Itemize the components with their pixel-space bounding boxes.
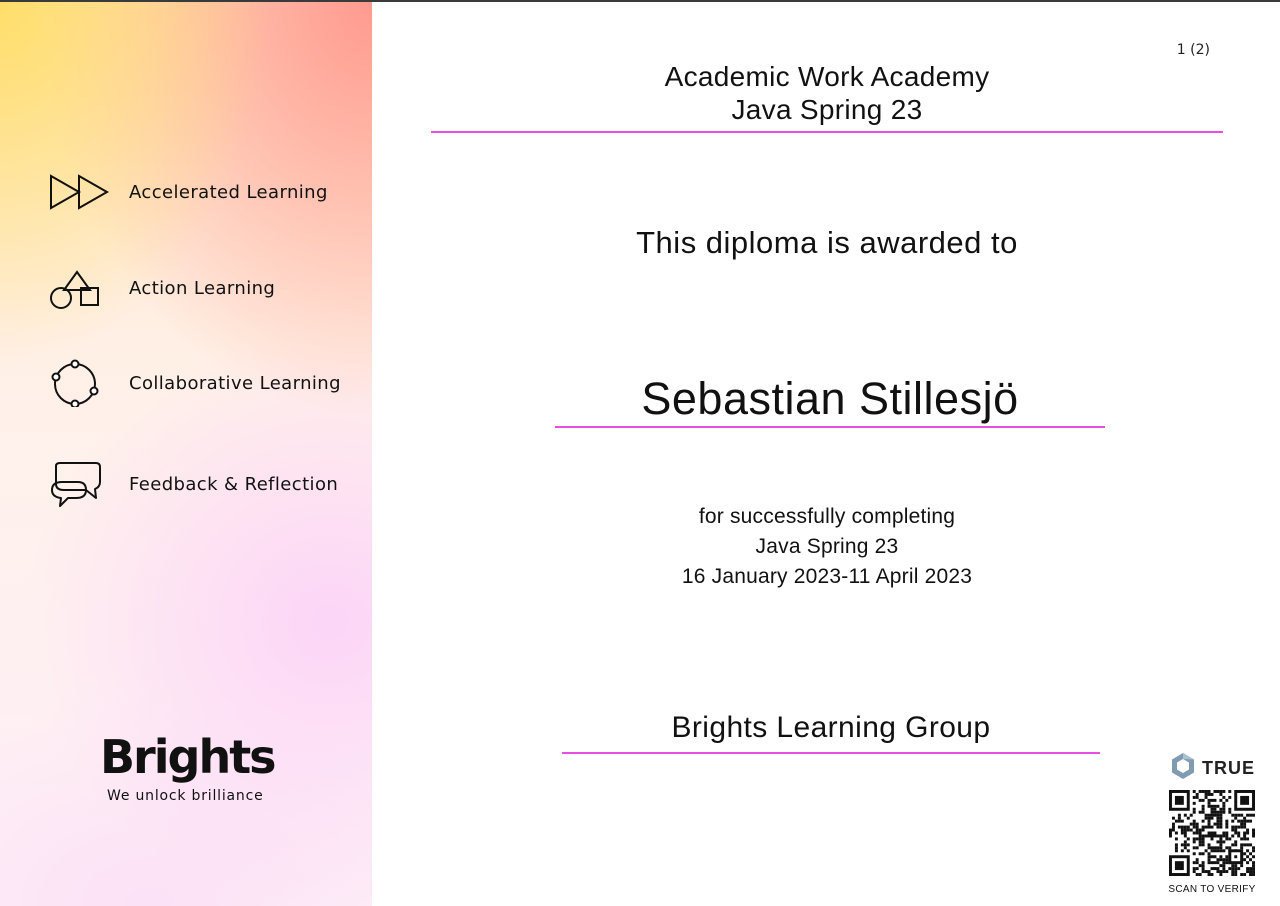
feature-label: Accelerated Learning (129, 181, 328, 203)
academy-name: Academic Work Academy (664, 61, 990, 92)
awarded-text: This diploma is awarded to (636, 225, 1018, 260)
feature-feedback-reflection: Feedback & Reflection (48, 460, 338, 508)
feature-action-learning: Action Learning (48, 264, 275, 312)
verification-brand: TRUE (1202, 757, 1255, 778)
feature-collaborative-learning: Collaborative Learning (48, 359, 341, 407)
program-name: Java Spring 23 (731, 94, 923, 125)
fast-forward-icon (48, 168, 110, 216)
scan-to-verify-label: SCAN TO VERIFY (1168, 884, 1256, 895)
shapes-icon (48, 264, 110, 312)
course-name: Java Spring 23 (755, 535, 899, 558)
issuer-name: Brights Learning Group (671, 711, 991, 744)
completion-text: for successfully completing (698, 505, 956, 528)
header-divider (431, 131, 1223, 133)
feature-accelerated-learning: Accelerated Learning (48, 168, 328, 216)
brights-logo: Brights (100, 730, 277, 784)
diploma-header: Academic Work Academy Java Spring 23 (431, 60, 1223, 126)
qr-code[interactable] (1169, 790, 1255, 876)
feature-label: Action Learning (129, 277, 276, 299)
verification-badge: TRUE SCAN TO VERIFY (1167, 752, 1259, 895)
issuer-underline (562, 752, 1100, 754)
page-number: 1 (2) (1176, 42, 1210, 58)
recipient-name: Sebastian Stillesjö (641, 373, 1019, 424)
feature-label: Feedback & Reflection (129, 473, 339, 495)
true-logo-icon (1170, 752, 1196, 784)
recipient-underline (555, 426, 1105, 428)
course-dates: 16 January 2023-11 April 2023 (681, 565, 973, 588)
sidebar-panel: Accelerated Learning Action Learning Col… (0, 2, 372, 906)
brand-tagline: We unlock brilliance (107, 788, 264, 804)
circle-nodes-icon (48, 359, 110, 407)
speech-bubbles-icon (48, 460, 110, 508)
feature-label: Collaborative Learning (129, 372, 341, 394)
